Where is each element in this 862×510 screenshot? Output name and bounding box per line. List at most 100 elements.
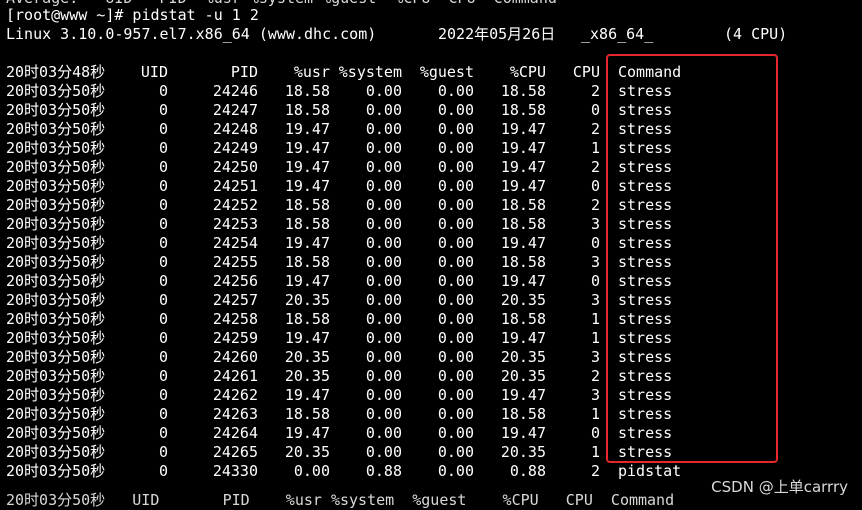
cell-system: 0.00	[365, 215, 402, 233]
cell-command: pidstat	[618, 462, 682, 480]
cell-pid: 24254	[212, 234, 258, 252]
cell-pid: 24257	[212, 291, 258, 309]
cell-usr: 19.47	[284, 158, 330, 176]
cell-system: 0.00	[365, 120, 402, 138]
cell-uid: 0	[158, 120, 168, 138]
cell-guest: 0.00	[437, 310, 474, 328]
cell-cpu-pct: 19.47	[500, 120, 546, 138]
system-info-line: Linux 3.10.0-957.el7.x86_64 (www.dhc.com…	[0, 25, 862, 44]
cell-time: 20时03分50秒	[6, 443, 106, 461]
cell-guest: 0.00	[437, 329, 474, 347]
cell-usr: 19.47	[284, 177, 330, 195]
cell-uid: 0	[158, 329, 168, 347]
cell-guest: 0.00	[437, 367, 474, 385]
cell-cpu-pct: 18.58	[500, 101, 546, 119]
cell-cpu-pct: 20.35	[500, 443, 546, 461]
cell-pid: 24258	[212, 310, 258, 328]
cell-uid: 0	[158, 272, 168, 290]
cell-guest: 0.00	[437, 272, 474, 290]
cell-usr: 18.58	[284, 253, 330, 271]
csdn-watermark: CSDN @上单carrry	[711, 478, 848, 496]
cell-pid: 24255	[212, 253, 258, 271]
cell-cpu-pct: 18.58	[500, 405, 546, 423]
cell-uid: 0	[158, 462, 168, 480]
cell-usr: 19.47	[284, 120, 330, 138]
cell-pid: 24248	[212, 120, 258, 138]
cell-time: 20时03分50秒	[6, 253, 106, 271]
terminal-window[interactable]: Average: UID PID %usr %system %guest %CP…	[0, 0, 862, 509]
cell-uid: 0	[158, 310, 168, 328]
cell-system: 0.00	[365, 139, 402, 157]
cell-pid: 24265	[212, 443, 258, 461]
cell-cpu: 3	[590, 215, 600, 233]
header-time: 20时03分48秒	[6, 63, 106, 81]
cell-cpu: 3	[590, 386, 600, 404]
cell-cpu-pct: 19.47	[500, 424, 546, 442]
cell-cpu-pct: 18.58	[500, 196, 546, 214]
cell-time: 20时03分50秒	[6, 82, 106, 100]
cell-cpu-pct: 19.47	[500, 139, 546, 157]
cell-time: 20时03分50秒	[6, 329, 106, 347]
cell-cpu: 2	[590, 196, 600, 214]
cell-time: 20时03分50秒	[6, 101, 106, 119]
cell-cpu: 1	[590, 139, 600, 157]
header-usr: %usr	[293, 63, 330, 81]
cell-usr: 18.58	[284, 215, 330, 233]
report-date: 2022年05月26日	[438, 25, 556, 43]
cell-cpu-pct: 19.47	[500, 158, 546, 176]
cell-guest: 0.00	[437, 253, 474, 271]
cell-uid: 0	[158, 215, 168, 233]
cell-cpu: 0	[590, 272, 600, 290]
cell-guest: 0.00	[437, 158, 474, 176]
cell-cpu-pct: 20.35	[500, 291, 546, 309]
cell-time: 20时03分50秒	[6, 272, 106, 290]
cell-uid: 0	[158, 367, 168, 385]
cell-guest: 0.00	[437, 139, 474, 157]
cell-cpu-pct: 18.58	[500, 310, 546, 328]
cpu-count: (4 CPU)	[724, 25, 788, 43]
cell-usr: 18.58	[284, 310, 330, 328]
cell-uid: 0	[158, 158, 168, 176]
cell-usr: 18.58	[284, 196, 330, 214]
cell-cpu: 1	[590, 405, 600, 423]
cell-cpu-pct: 19.47	[500, 234, 546, 252]
cell-system: 0.00	[365, 272, 402, 290]
cell-time: 20时03分50秒	[6, 291, 106, 309]
cell-usr: 19.47	[284, 139, 330, 157]
cell-cpu-pct: 20.35	[500, 367, 546, 385]
kernel-info: Linux 3.10.0-957.el7.x86_64 (www.dhc.com…	[6, 25, 377, 43]
cell-cpu: 2	[590, 367, 600, 385]
cell-pid: 24256	[212, 272, 258, 290]
cell-guest: 0.00	[437, 120, 474, 138]
cell-guest: 0.00	[437, 443, 474, 461]
cell-uid: 0	[158, 234, 168, 252]
cell-usr: 18.58	[284, 101, 330, 119]
cell-cpu: 3	[590, 291, 600, 309]
cell-cpu-pct: 19.47	[500, 177, 546, 195]
cell-cpu-pct: 20.35	[500, 348, 546, 366]
cell-time: 20时03分50秒	[6, 177, 106, 195]
cell-usr: 20.35	[284, 291, 330, 309]
cell-time: 20时03分50秒	[6, 120, 106, 138]
cell-guest: 0.00	[437, 405, 474, 423]
cell-guest: 0.00	[437, 234, 474, 252]
header-system: %system	[338, 63, 402, 81]
cell-cpu-pct: 19.47	[500, 386, 546, 404]
cell-cpu: 1	[590, 310, 600, 328]
cell-guest: 0.00	[437, 462, 474, 480]
cell-time: 20时03分50秒	[6, 367, 106, 385]
cell-pid: 24261	[212, 367, 258, 385]
cell-cpu-pct: 0.88	[509, 462, 546, 480]
cell-usr: 19.47	[284, 234, 330, 252]
cell-usr: 19.47	[284, 329, 330, 347]
cell-system: 0.00	[365, 443, 402, 461]
cell-time: 20时03分50秒	[6, 348, 106, 366]
cell-system: 0.00	[365, 424, 402, 442]
cell-cpu-pct: 18.58	[500, 253, 546, 271]
cell-time: 20时03分50秒	[6, 234, 106, 252]
header-guest: %guest	[419, 63, 474, 81]
cell-time: 20时03分50秒	[6, 310, 106, 328]
cell-cpu: 0	[590, 234, 600, 252]
cell-system: 0.00	[365, 253, 402, 271]
cell-usr: 20.35	[284, 443, 330, 461]
